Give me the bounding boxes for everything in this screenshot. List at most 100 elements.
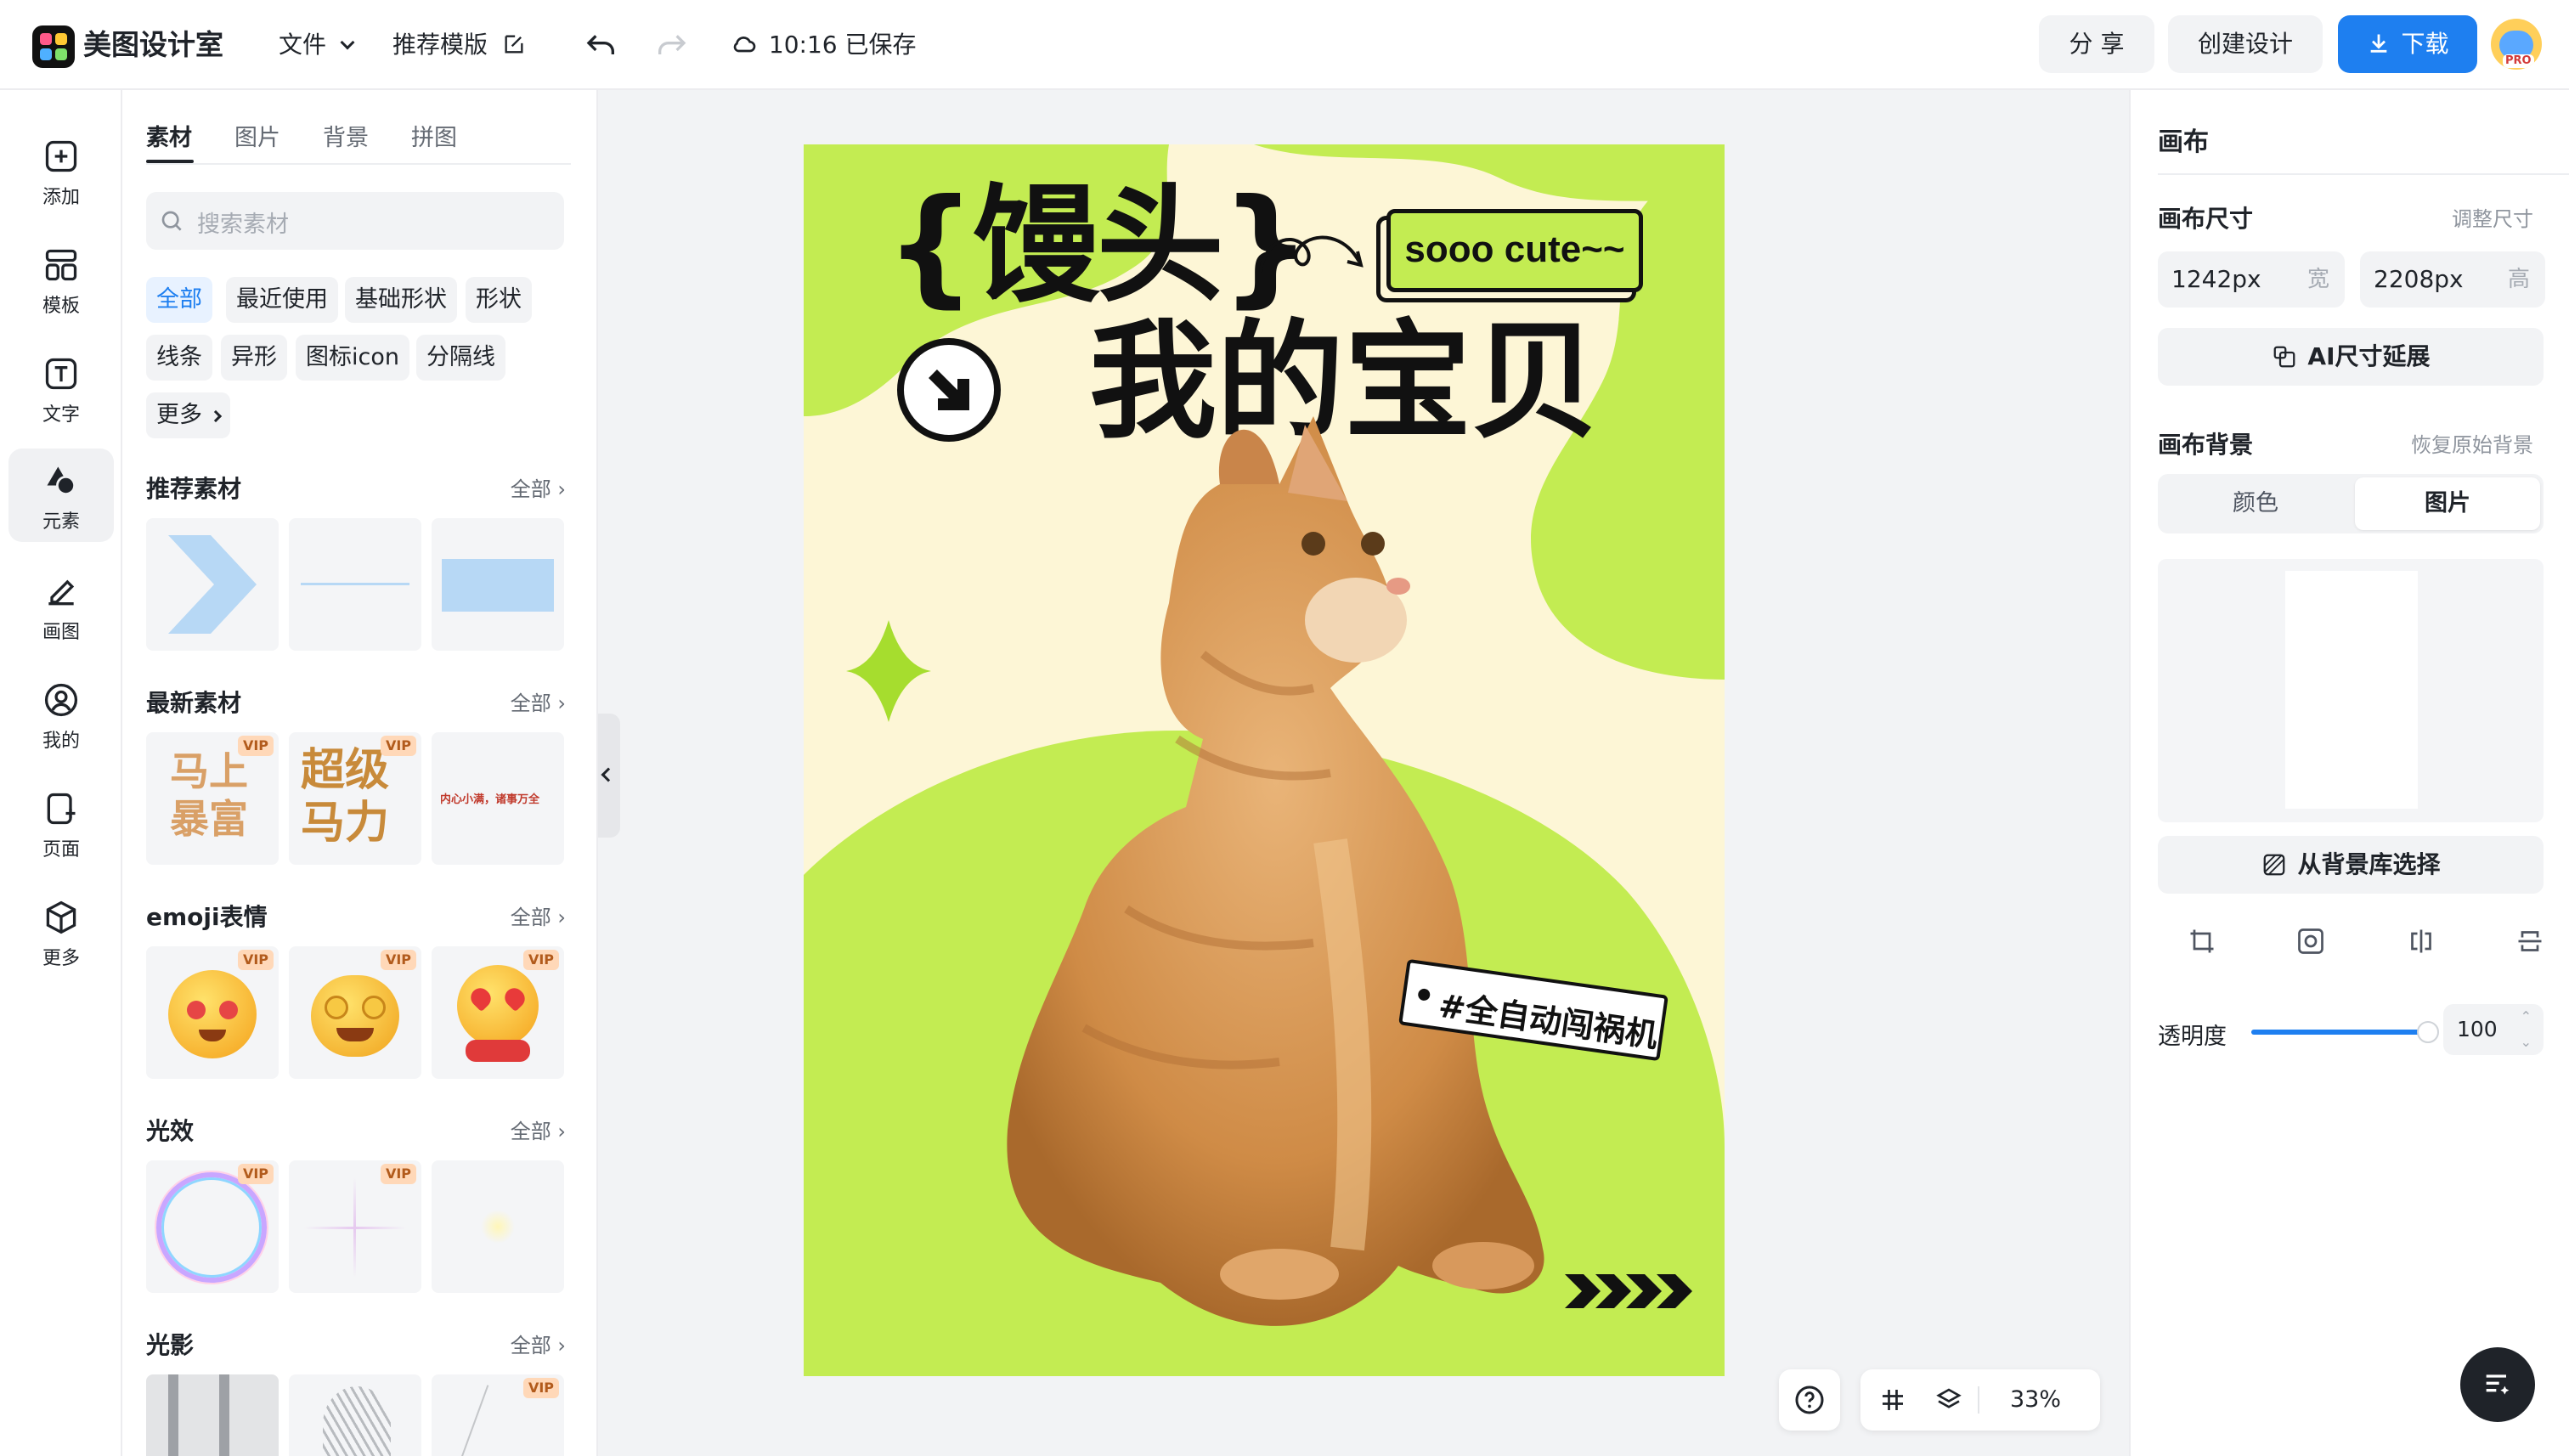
assistant-icon (2486, 1374, 2510, 1395)
ai-extend-button[interactable]: AI尺寸延展 (2158, 328, 2544, 386)
save-status-text: 10:16 已保存 (768, 31, 917, 59)
see-all-label: 全部 (510, 477, 551, 501)
rail-item-draw[interactable]: 画图 (8, 559, 114, 652)
redo-icon[interactable] (654, 29, 688, 63)
sticker-text: 超级 马力 (301, 745, 390, 849)
asset-tile-emoji-money[interactable]: VIP (146, 946, 279, 1079)
collapse-panel-handle[interactable] (598, 714, 620, 838)
rail-item-page[interactable]: 页面 (8, 776, 114, 870)
rail-item-elements[interactable]: 元素 (8, 449, 114, 542)
share-button[interactable]: 分 享 (2039, 15, 2154, 73)
assistant-button[interactable] (2460, 1347, 2535, 1422)
asset-tile-sparkle[interactable]: VIP (289, 1160, 421, 1293)
tab-images[interactable]: 图片 (234, 119, 280, 152)
chip-recent[interactable]: 最近使用 (226, 277, 338, 323)
avatar[interactable]: PRO (2491, 19, 2542, 70)
see-all-label: 全部 (510, 906, 551, 929)
chevron-left-icon (601, 767, 616, 782)
asset-tile-mashang[interactable]: 马上 暴富 VIP (146, 732, 279, 865)
asset-tile-branch-shadow[interactable]: VIP (432, 1374, 564, 1456)
asset-tile-rectangle[interactable] (432, 518, 564, 651)
vip-badge: VIP (237, 1164, 274, 1184)
file-menu[interactable]: 文件 (279, 25, 355, 65)
cat-photo[interactable] (804, 144, 1725, 1376)
section-all-light-effects[interactable]: 全部 › (511, 1115, 566, 1144)
rail-item-more[interactable]: 更多 (8, 885, 114, 979)
adjust-size-link[interactable]: 调整尺寸 (2452, 202, 2533, 232)
asset-tile-emoji-coins[interactable]: VIP (289, 946, 421, 1079)
chip-more[interactable]: 更多 (146, 392, 230, 438)
height-field[interactable]: 2208px 高 (2360, 251, 2545, 308)
rail-item-mine[interactable]: 我的 (8, 668, 114, 761)
asset-tile-chevron[interactable] (146, 518, 279, 651)
download-icon (2370, 34, 2386, 53)
bg-library-button[interactable]: 从背景库选择 (2158, 836, 2544, 894)
section-all-latest[interactable]: 全部 › (511, 686, 566, 716)
opacity-input[interactable]: 100 ⌃ ⌄ (2443, 1004, 2544, 1055)
create-design-button[interactable]: 创建设计 (2168, 15, 2323, 73)
help-button[interactable] (1779, 1369, 1840, 1431)
chip-dividers[interactable]: 分隔线 (416, 335, 505, 381)
asset-tile-rainbow-ring[interactable]: VIP (146, 1160, 279, 1293)
vip-badge: VIP (380, 736, 416, 756)
asset-tile-window-shadow[interactable] (146, 1374, 279, 1456)
asset-tile-emoji-love[interactable]: VIP (432, 946, 564, 1079)
grid-icon[interactable] (1877, 1385, 1908, 1415)
opacity-slider[interactable] (2251, 1021, 2439, 1043)
rail-item-add[interactable]: 添加 (8, 124, 114, 217)
tab-materials[interactable]: 素材 (146, 119, 192, 152)
chip-all[interactable]: 全部 (146, 277, 212, 323)
asset-tile-chaoji[interactable]: 超级 马力 VIP (289, 732, 421, 865)
section-title-recommended: 推荐素材 (146, 475, 242, 503)
texture-icon (2263, 854, 2284, 876)
pro-badge: PRO (2503, 54, 2534, 68)
recommended-templates-button[interactable]: 推荐模版 (392, 25, 526, 65)
flip-horizontal-icon[interactable] (2406, 926, 2436, 957)
rail-item-template[interactable]: 模板 (8, 233, 114, 326)
panel-header: 画布 (2158, 127, 2209, 157)
tab-backgrounds[interactable]: 背景 (323, 119, 369, 152)
download-button[interactable]: 下载 (2338, 15, 2477, 73)
tab-collage[interactable]: 拼图 (411, 119, 457, 152)
search-icon (161, 211, 182, 231)
chip-icons[interactable]: 图标icon (296, 335, 409, 381)
chip-basic-shapes[interactable]: 基础形状 (345, 277, 457, 323)
section-all-recommended[interactable]: 全部 › (511, 472, 566, 502)
asset-tile-leaf-shadow[interactable] (289, 1374, 421, 1456)
asset-tile-line[interactable] (289, 518, 421, 651)
app-logo-icon[interactable] (32, 25, 75, 68)
undo-icon[interactable] (584, 29, 618, 63)
design-canvas[interactable]: {馒头} sooo cute~~ 我的宝贝 #全自动闯祸机 (804, 144, 1725, 1376)
bg-tab-image[interactable]: 图片 (2355, 477, 2540, 530)
chip-lines[interactable]: 线条 (146, 335, 212, 381)
chevron-right-icon (209, 409, 222, 423)
restore-bg-link[interactable]: 恢复原始背景 (2411, 428, 2533, 458)
crop-icon[interactable] (2187, 926, 2217, 957)
draw-icon (48, 579, 75, 606)
rail-item-text[interactable]: 文字 (8, 341, 114, 435)
vip-badge: VIP (237, 950, 274, 970)
bg-preview[interactable] (2158, 559, 2544, 822)
asset-tile-glow[interactable] (432, 1160, 564, 1293)
scarf-shape (466, 1040, 530, 1062)
search-placeholder: 搜索素材 (197, 212, 289, 238)
search-input[interactable]: 搜索素材 (146, 192, 564, 250)
see-all-label: 全部 (510, 1334, 551, 1357)
section-title-emoji: emoji表情 (146, 903, 268, 931)
chip-shapes[interactable]: 形状 (466, 277, 532, 323)
asset-tile-small-text[interactable]: 内心小满，诸事万全 (432, 732, 564, 865)
zoom-divider (1978, 1386, 1979, 1414)
app-name[interactable]: 美图设计室 (83, 25, 223, 65)
rainbow-ring-icon (156, 1172, 267, 1283)
chip-irregular[interactable]: 异形 (221, 335, 287, 381)
width-field[interactable]: 1242px 宽 (2158, 251, 2345, 308)
section-all-emoji[interactable]: 全部 › (511, 900, 566, 930)
filter-icon[interactable] (2295, 926, 2326, 957)
chevron-shape-icon (168, 535, 257, 634)
flip-vertical-icon[interactable] (2515, 926, 2545, 957)
opacity-slider-thumb[interactable] (2417, 1021, 2439, 1043)
zoom-level[interactable]: 33% (2010, 1386, 2061, 1413)
bg-tab-color[interactable]: 颜色 (2161, 477, 2350, 530)
layers-icon[interactable] (1934, 1385, 1964, 1415)
section-all-light-shadow[interactable]: 全部 › (511, 1329, 566, 1358)
